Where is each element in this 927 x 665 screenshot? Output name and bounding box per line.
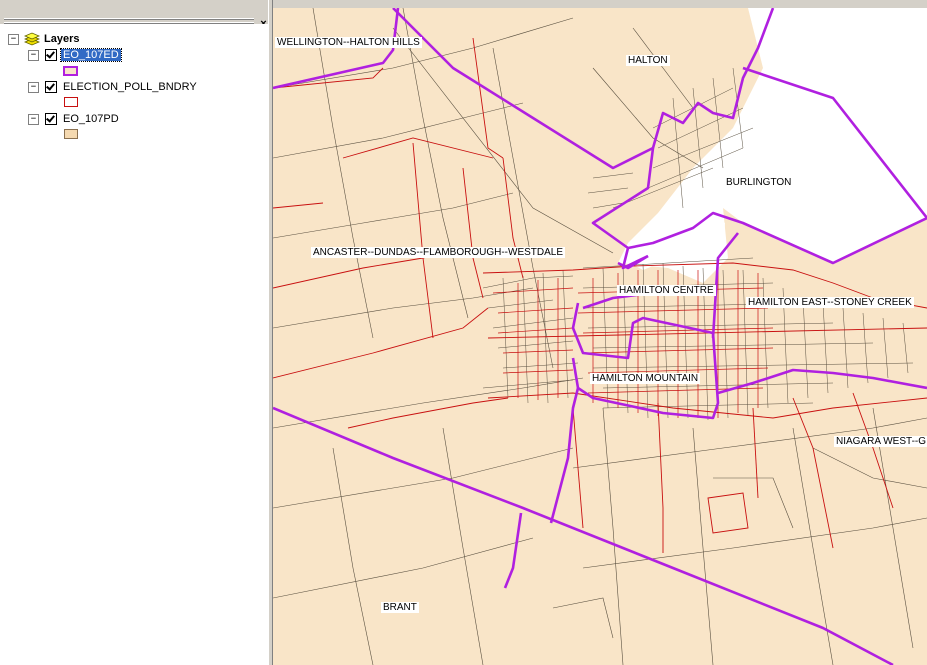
collapse-icon[interactable]: − [28, 49, 39, 61]
map-label-brant: BRANT [381, 602, 419, 613]
collapse-icon[interactable]: − [8, 33, 19, 45]
map-label-wellington-halton-hills: WELLINGTON--HALTON HILLS [275, 37, 422, 48]
map-label-ancaster-dundas-flamborough-westdale: ANCASTER--DUNDAS--FLAMBOROUGH--WESTDALE [311, 247, 566, 258]
layer-visibility-checkbox[interactable] [45, 49, 57, 61]
map-label-halton: HALTON [626, 55, 670, 66]
map-view[interactable]: WELLINGTON--HALTON HILLS HALTON BURLINGT… [273, 8, 927, 665]
map-label-niagara-west: NIAGARA WEST--G [834, 436, 927, 447]
layer-name[interactable]: EO_107PD [61, 113, 121, 125]
collapse-icon[interactable]: − [28, 113, 39, 125]
map-label-hamilton-centre: HAMILTON CENTRE [617, 285, 716, 296]
map-canvas[interactable] [273, 8, 927, 665]
layer-visibility-checkbox[interactable] [45, 113, 57, 125]
layers-root-label: Layers [44, 33, 80, 45]
tan-fill-symbol-icon[interactable] [64, 129, 78, 139]
collapse-icon[interactable]: − [28, 81, 39, 93]
map-label-hamilton-mountain: HAMILTON MOUNTAIN [590, 373, 701, 384]
layers-root-row[interactable]: − Layers [8, 31, 79, 47]
map-label-hamilton-east-stoney-creek: HAMILTON EAST--STONEY CREEK [746, 297, 914, 308]
layer-row-eo-107pd[interactable]: − EO_107PD [28, 111, 121, 127]
purple-outline-symbol-icon[interactable] [63, 66, 78, 76]
layers-stack-icon [24, 32, 40, 46]
toc-grip-line [4, 18, 254, 20]
layer-name[interactable]: ELECTION_POLL_BNDRY [61, 81, 199, 93]
layer-row-eo-107ed[interactable]: − EO_107ED [28, 47, 122, 63]
layer-visibility-checkbox[interactable] [45, 81, 57, 93]
table-of-contents: − Layers − EO_107ED − ELECTION_POLL_BNDR… [0, 24, 268, 665]
layer-row-election-poll-bndry[interactable]: − ELECTION_POLL_BNDRY [28, 79, 199, 95]
map-label-burlington: BURLINGTON [724, 177, 794, 188]
layer-name[interactable]: EO_107ED [60, 48, 122, 62]
red-outline-symbol-icon[interactable] [64, 97, 78, 107]
